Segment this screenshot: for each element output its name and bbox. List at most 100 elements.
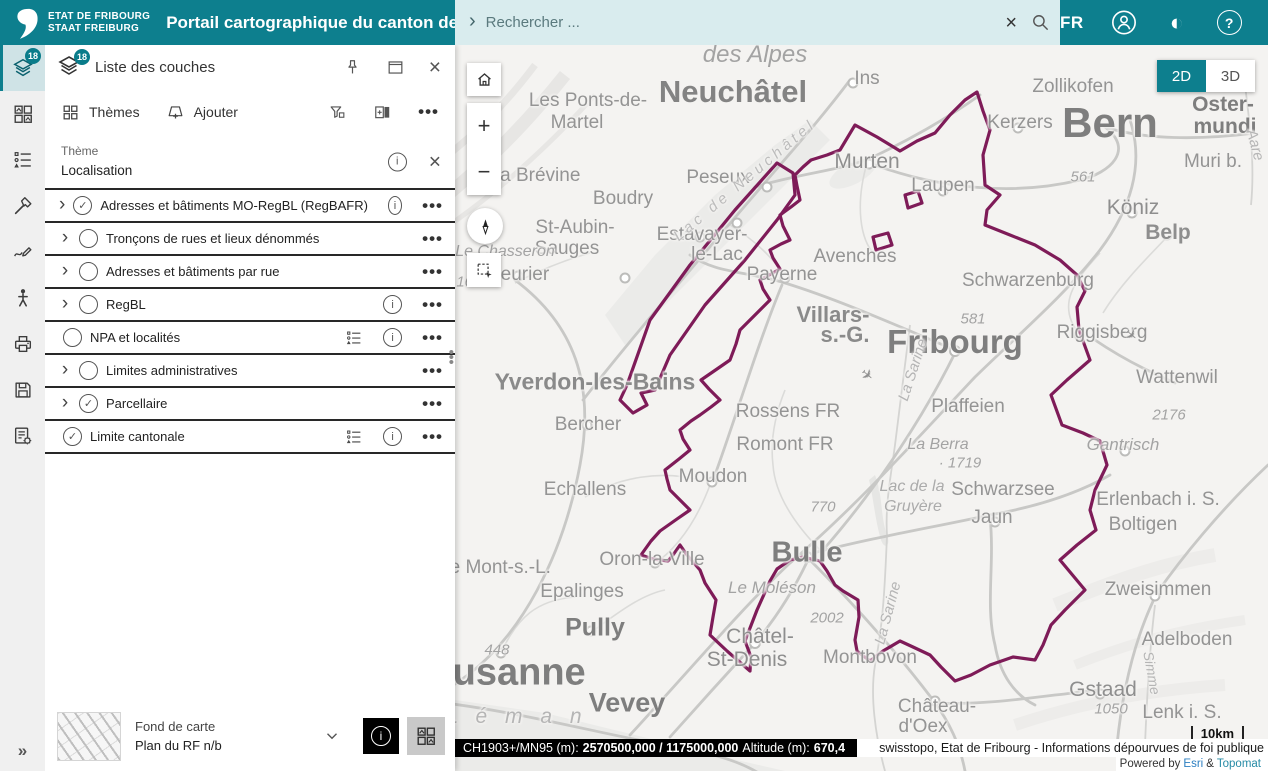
layer-visibility-toggle[interactable]	[79, 262, 98, 281]
layer-legend-icon[interactable]	[345, 428, 363, 446]
language-button[interactable]: FR	[1060, 13, 1084, 33]
zoom-in-button[interactable]: +	[467, 103, 501, 149]
themes-button-label: Thèmes	[89, 104, 140, 120]
expand-chevron-icon[interactable]: ›	[55, 261, 75, 280]
sidebar-item-tools[interactable]	[0, 183, 45, 229]
panel-resize-handle[interactable]: •••	[449, 350, 454, 365]
layer-visibility-toggle[interactable]	[79, 361, 98, 380]
sidebar-item-forms[interactable]	[0, 413, 45, 459]
theme-value: Localisation	[61, 163, 439, 178]
layer-visibility-toggle[interactable]	[79, 295, 98, 314]
layer-visibility-toggle[interactable]	[79, 229, 98, 248]
account-icon[interactable]	[1111, 10, 1137, 36]
basemap-info-button[interactable]: i	[363, 718, 399, 754]
layer-menu-icon[interactable]: •••	[422, 427, 443, 447]
layer-row: NPA et localités i •••	[45, 322, 455, 355]
layer-label[interactable]: Limite cantonale	[90, 429, 185, 444]
search-expand-icon[interactable]: ›	[469, 10, 476, 33]
help-icon[interactable]: ?	[1217, 10, 1242, 35]
draw-measure-icon	[12, 241, 34, 263]
sidebar-item-draw[interactable]	[0, 229, 45, 275]
compass-needle-icon	[476, 217, 495, 236]
themes-button[interactable]: Thèmes	[61, 103, 140, 122]
powered-by: Powered by Esri & Topomat	[1116, 757, 1268, 771]
layers-count-badge: 18	[74, 49, 90, 65]
layer-menu-icon[interactable]: •••	[422, 196, 443, 216]
layer-legend-icon[interactable]	[345, 329, 363, 347]
sidebar-item-legend[interactable]	[0, 137, 45, 183]
expand-chevron-icon[interactable]: ›	[55, 294, 75, 313]
search-input[interactable]	[484, 13, 992, 32]
layer-menu-icon[interactable]: •••	[422, 328, 443, 348]
layer-label[interactable]: RegBL	[106, 297, 146, 312]
layer-menu-icon[interactable]: •••	[422, 229, 443, 249]
powered-by-label: Powered by	[1120, 758, 1181, 770]
layer-info-icon[interactable]: i	[383, 295, 402, 314]
layer-visibility-toggle[interactable]: ✓	[63, 427, 82, 446]
layer-visibility-toggle[interactable]: ✓	[79, 394, 98, 413]
expand-chevron-icon[interactable]: ›	[55, 195, 69, 214]
topomat-link[interactable]: Topomat	[1217, 758, 1261, 770]
basemap-dropdown-chevron-icon[interactable]	[323, 727, 341, 745]
layer-menu-icon[interactable]: •••	[422, 262, 443, 282]
layer-menu-icon[interactable]: •••	[422, 361, 443, 381]
layer-label[interactable]: Tronçons de rues et lieux dénommés	[106, 231, 319, 246]
sidebar-item-layers[interactable]: 18	[0, 45, 45, 91]
close-panel-icon[interactable]: ×	[429, 57, 441, 78]
zoom-controls: + −	[467, 103, 501, 195]
basemap-gallery-button[interactable]	[407, 717, 445, 755]
layer-info-icon[interactable]: i	[383, 328, 402, 347]
search-bar: › ×	[455, 0, 1060, 45]
add-layer-button-label: Ajouter	[194, 104, 238, 120]
toggle-2d-button[interactable]: 2D	[1157, 60, 1206, 92]
contrast-icon[interactable]: ◐	[1164, 10, 1190, 36]
layer-row: ✓ Limite cantonale i •••	[45, 421, 455, 454]
ampersand: &	[1206, 758, 1214, 770]
map-canvas[interactable]: des AlpesLes Ponts-de-MartelNeuchâtelLa …	[455, 45, 1268, 771]
layer-label[interactable]: Parcellaire	[106, 396, 167, 411]
layer-label[interactable]: Limites administratives	[106, 363, 238, 378]
layer-label[interactable]: Adresses et bâtiments par rue	[106, 264, 279, 279]
search-clear-icon[interactable]: ×	[1005, 13, 1017, 33]
extent-select-icon	[475, 261, 494, 280]
layer-visibility-toggle[interactable]: ✓	[73, 196, 92, 215]
expand-chevron-icon[interactable]: ›	[55, 228, 75, 247]
home-extent-button[interactable]	[467, 63, 501, 96]
layer-visibility-toggle[interactable]	[63, 328, 82, 347]
compass-button[interactable]	[467, 208, 503, 244]
layers-count-badge: 18	[25, 48, 41, 64]
layer-label[interactable]: NPA et localités	[90, 330, 180, 345]
layer-label[interactable]: Adresses et bâtiments MO-RegBL (RegBAFR)	[100, 198, 368, 213]
zoom-out-button[interactable]: −	[467, 149, 501, 195]
toggle-3d-button[interactable]: 3D	[1206, 60, 1255, 92]
sidebar-item-streetview[interactable]	[0, 275, 45, 321]
select-extent-button[interactable]	[467, 253, 501, 287]
theme-close-icon[interactable]: ×	[429, 151, 441, 172]
compare-panels-icon[interactable]	[373, 103, 392, 122]
sidebar-item-save[interactable]	[0, 367, 45, 413]
filter-layers-icon[interactable]	[328, 103, 347, 122]
person-icon	[12, 287, 34, 309]
sidebar-expand-button[interactable]: »	[0, 741, 45, 761]
add-layer-button[interactable]: Ajouter	[166, 103, 238, 122]
expand-chevron-icon[interactable]: ›	[55, 393, 75, 412]
dimension-toggle: 2D 3D	[1157, 60, 1255, 92]
status-row: CH1903+/MN95 (m): 2570500,000 / 1175000,…	[455, 739, 1268, 757]
hammer-icon	[12, 195, 34, 217]
sidebar-item-print[interactable]	[0, 321, 45, 367]
header: ETAT DE FRIBOURG STAAT FREIBURG Portail …	[0, 0, 1268, 45]
layer-info-icon[interactable]: i	[388, 196, 402, 215]
basemap-thumbnail[interactable]	[57, 712, 121, 761]
layer-menu-icon[interactable]: •••	[422, 295, 443, 315]
sidebar-item-maps[interactable]	[0, 91, 45, 137]
search-icon[interactable]	[1031, 13, 1050, 32]
layer-menu-icon[interactable]: •••	[422, 394, 443, 414]
theme-info-icon[interactable]: i	[388, 152, 407, 171]
pin-panel-icon[interactable]	[343, 58, 362, 77]
panel-more-menu[interactable]: •••	[418, 102, 439, 122]
expand-chevron-icon[interactable]: ›	[55, 360, 75, 379]
maps-grid-icon	[12, 103, 34, 125]
popout-window-icon[interactable]	[386, 58, 405, 77]
layer-info-icon[interactable]: i	[383, 427, 402, 446]
esri-link[interactable]: Esri	[1183, 758, 1203, 770]
